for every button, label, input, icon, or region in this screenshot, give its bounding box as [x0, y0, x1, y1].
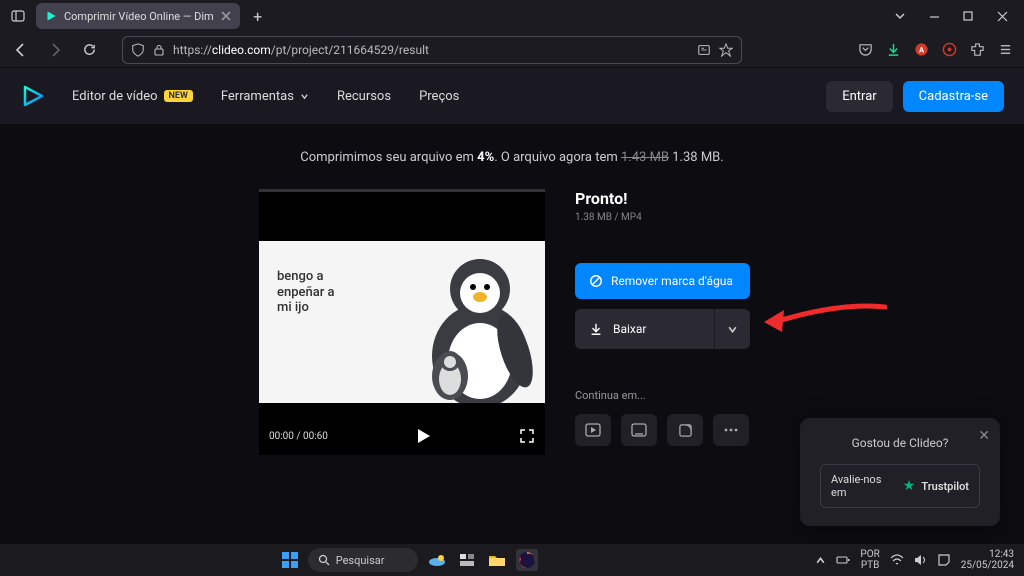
new-tab-button[interactable]: + [246, 4, 270, 28]
continue-tool-3[interactable] [667, 414, 703, 446]
tab-title: Comprimir Vídeo Online — Dim [64, 10, 214, 23]
lock-icon [153, 44, 165, 56]
file-meta: 1.38 MB / MP4 [575, 212, 765, 223]
download-arrow-icon [589, 322, 603, 336]
continue-tool-1[interactable] [575, 414, 611, 446]
app-menu-icon[interactable] [996, 41, 1014, 59]
bookmark-star-icon[interactable] [719, 43, 733, 57]
trustpilot-title: Gostou de Clideo? [820, 436, 980, 450]
address-bar: https://clideo.com/pt/project/211664529/… [0, 32, 1024, 68]
tray-battery-icon[interactable] [836, 554, 850, 566]
extensions-icon[interactable] [968, 41, 986, 59]
trustpilot-popup: ✕ Gostou de Clideo? Avalie-nos em ★ Trus… [800, 418, 1000, 526]
fullscreen-icon[interactable] [519, 428, 535, 444]
tray-volume-icon[interactable] [914, 554, 927, 566]
nav-forward-icon [44, 39, 66, 61]
new-badge: NEW [164, 90, 193, 102]
no-symbol-icon [589, 274, 603, 288]
shield-icon [131, 43, 145, 57]
url-input[interactable]: https://clideo.com/pt/project/211664529/… [122, 36, 742, 64]
video-time: 00:00 / 00:60 [269, 431, 328, 442]
tray-chevron-icon[interactable] [815, 555, 826, 566]
site-header: Editor de vídeoNEW Ferramentas Recursos … [0, 68, 1024, 124]
tab-favicon-icon [44, 9, 58, 23]
download-icon[interactable] [884, 41, 902, 59]
nav-precos[interactable]: Preços [419, 89, 459, 104]
browser-tab[interactable]: Comprimir Vídeo Online — Dim [36, 3, 240, 29]
tab-close-icon[interactable] [220, 10, 232, 22]
meme-text: bengo a enpeñar a mi ijo [277, 269, 335, 316]
video-player[interactable]: bengo a enpeñar a mi ijo [259, 189, 545, 455]
url-text: https://clideo.com/pt/project/211664529/… [173, 43, 429, 57]
pocket-icon[interactable] [856, 41, 874, 59]
download-button[interactable]: Baixar [575, 309, 750, 349]
sidebar-toggle-icon[interactable] [6, 4, 30, 28]
trustpilot-review-button[interactable]: Avalie-nos em ★ Trustpilot [820, 464, 980, 508]
continue-more-button[interactable] [713, 414, 749, 446]
video-controls: 00:00 / 00:60 [259, 417, 545, 455]
nav-back-icon[interactable] [10, 39, 32, 61]
play-button-icon[interactable] [413, 426, 433, 446]
start-button-icon[interactable] [280, 550, 300, 570]
extension-icon-1[interactable] [940, 41, 958, 59]
windows-taskbar: Pesquisar PORPTB 12:4325/05/2024 [0, 544, 1024, 576]
nav-reload-icon[interactable] [78, 39, 100, 61]
popup-close-icon[interactable]: ✕ [978, 428, 990, 444]
tabs-dropdown-icon[interactable] [892, 8, 908, 24]
ready-title: Pronto! [575, 189, 765, 208]
trustpilot-star-icon: ★ [903, 478, 916, 494]
taskbar-search[interactable]: Pesquisar [308, 548, 418, 572]
video-progress-track[interactable] [259, 189, 545, 192]
tray-language[interactable]: PORPTB [860, 549, 879, 571]
chevron-down-icon [727, 324, 738, 335]
reader-mode-icon[interactable] [697, 43, 711, 57]
chevron-down-icon [300, 92, 309, 101]
taskbar-explorer-icon[interactable] [486, 549, 508, 571]
tray-clock[interactable]: 12:4325/05/2024 [961, 549, 1014, 571]
compression-status: Comprimimos seu arquivo em 4%. O arquivo… [40, 150, 984, 165]
nav-editor[interactable]: Editor de vídeoNEW [72, 89, 193, 104]
signup-button[interactable]: Cadastra-se [903, 81, 1004, 112]
window-minimize-icon[interactable] [926, 8, 942, 24]
search-icon [318, 554, 330, 566]
nav-ferramentas[interactable]: Ferramentas [221, 89, 309, 104]
adblock-icon[interactable]: A [912, 41, 930, 59]
tray-wifi-icon[interactable] [890, 554, 904, 566]
taskbar-firefox-icon[interactable] [516, 549, 538, 571]
video-frame: bengo a enpeñar a mi ijo [259, 241, 545, 403]
clideo-logo-icon[interactable] [20, 84, 44, 108]
browser-tab-bar: Comprimir Vídeo Online — Dim + [0, 0, 1024, 32]
remove-watermark-button[interactable]: Remover marca d'água [575, 263, 750, 299]
continue-label: Continua em... [575, 389, 765, 402]
window-maximize-icon[interactable] [960, 8, 976, 24]
continue-tool-2[interactable] [621, 414, 657, 446]
login-button[interactable]: Entrar [826, 81, 892, 112]
download-dropdown-button[interactable] [714, 309, 750, 349]
taskbar-taskview-icon[interactable] [456, 549, 478, 571]
window-close-icon[interactable] [994, 8, 1010, 24]
nav-recursos[interactable]: Recursos [337, 89, 391, 104]
penguin-illustration [375, 241, 545, 403]
tray-notifications-icon[interactable] [937, 553, 951, 567]
taskbar-weather-icon[interactable] [426, 549, 448, 571]
